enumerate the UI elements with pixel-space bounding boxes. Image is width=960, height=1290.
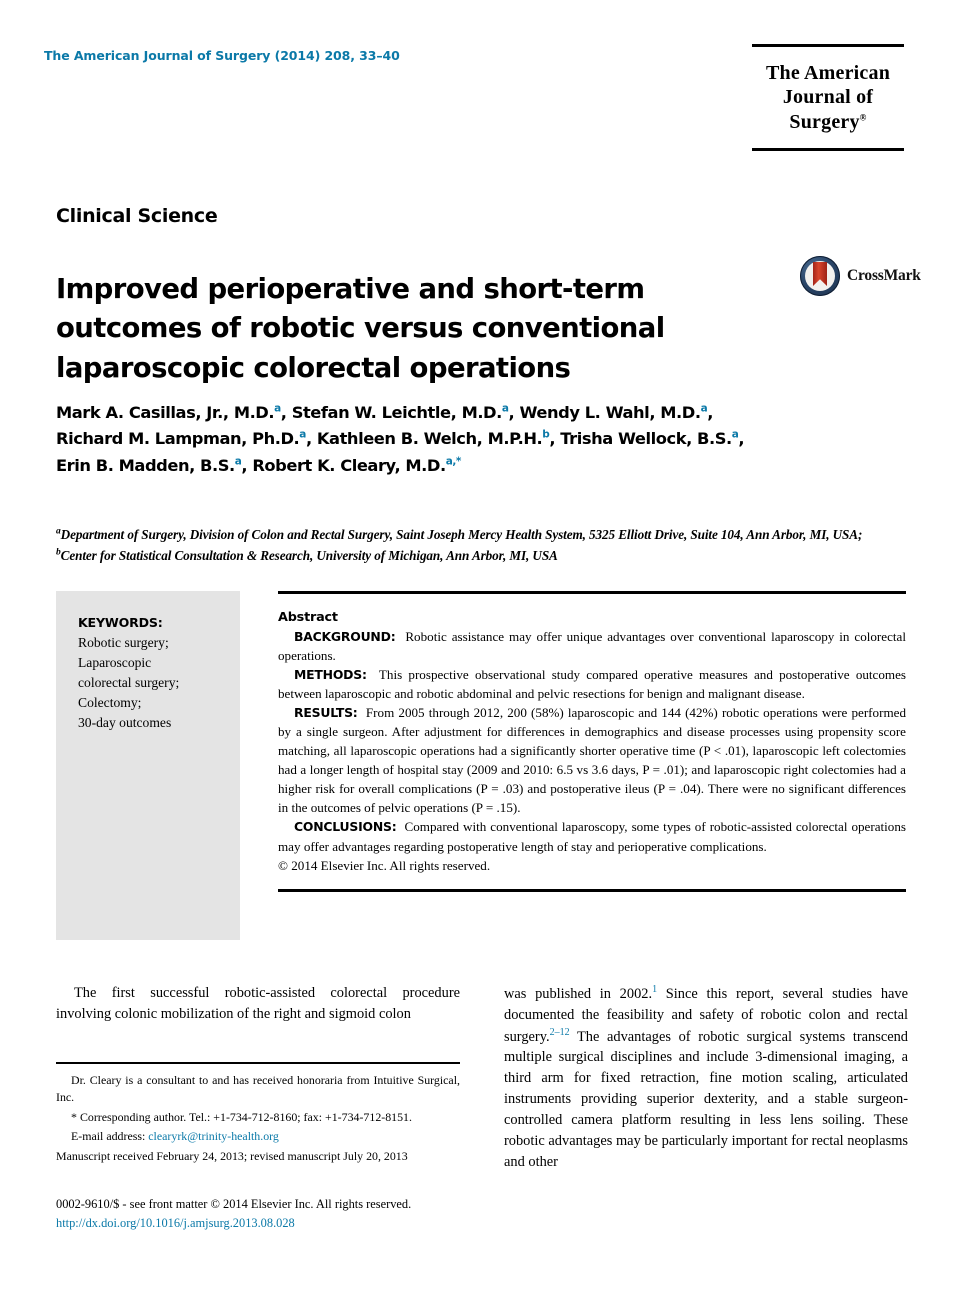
section-label: Clinical Science [56,205,218,227]
corresponding-author-marker: * [71,1109,77,1124]
footnote-text: Dr. Cleary is a consultant to and has re… [56,1072,460,1165]
author-4-affiliation-marker[interactable]: a [299,429,306,441]
registered-mark: ® [859,112,867,123]
abstract-results-text: From 2005 through 2012, 200 (58%) laparo… [278,705,906,816]
email-link[interactable]: clearyrk@trinity-health.org [148,1129,279,1143]
body-text-right-1: was published in 2002. [504,985,653,1002]
author-line-1-sep: , [707,403,713,422]
body-column-right: was published in 2002.1 Since this repor… [504,983,908,1172]
page-title: Improved perioperative and short-term ou… [56,273,665,384]
journal-logo-line-2-text: Journal of Surgery [782,86,874,133]
footnote-rule [56,1062,460,1064]
abstract-copyright: © 2014 Elsevier Inc. All rights reserved… [278,857,491,873]
abstract-methods-paragraph: METHODS: This prospective observational … [278,665,906,703]
crossmark-badge-group[interactable]: CrossMark [800,256,921,296]
page-footer: 0002-9610/$ - see front matter © 2014 El… [56,1195,576,1232]
abstract-background-label: BACKGROUND: [294,629,396,644]
email-label: E-mail address: [71,1129,146,1144]
journal-logo-line-2: Journal of Surgery® [752,85,904,134]
abstract-rule-top [278,591,906,594]
footnote-email: E-mail address: clearyrk@trinity-health.… [56,1128,460,1145]
footnote-corresponding: * Corresponding author. Tel.: +1-734-712… [56,1109,460,1126]
affiliation-a: Department of Surgery, Division of Colon… [60,527,863,542]
keyword-item[interactable]: Laparoscopic [78,653,240,673]
keyword-item[interactable]: Robotic surgery; [78,633,240,653]
keywords-heading: KEYWORDS: [78,615,163,630]
author-line-2-sep: , [738,429,745,449]
author-2: , Stefan W. Leichtle, M.D. [280,403,503,422]
author-1-affiliation-marker[interactable]: a [274,403,281,415]
front-matter-line: 0002-9610/$ - see front matter © 2014 El… [56,1197,412,1211]
journal-logo-line-1: The American [765,62,891,84]
crossmark-icon [800,256,840,296]
abstract-conclusions-paragraph: CONCLUSIONS: Compared with conventional … [278,817,906,855]
abstract-conclusions-label: CONCLUSIONS: [294,819,397,835]
corresponding-author-text: Corresponding author. Tel.: +1-734-712-8… [79,1109,412,1124]
keyword-item[interactable]: 30-day outcomes [78,713,240,733]
body-paragraph-left: The first successful robotic-assisted co… [56,985,460,1022]
footnote-disclosure: Dr. Cleary is a consultant to and has re… [56,1073,460,1105]
body-paragraph-right: was published in 2002.1 Since this repor… [504,983,908,1172]
running-head: The American Journal of Surgery (2014) 2… [44,48,400,63]
affiliation-b: Center for Statistical Consultation & Re… [60,548,558,564]
crossmark-ribbon-icon [813,262,827,286]
author-6: , Trisha Wellock, B.S. [549,429,732,449]
abstract-section: Abstract BACKGROUND: Robotic assistance … [278,591,906,892]
citation-ref-2-12[interactable]: 2–12 [550,1027,570,1038]
affiliations: aDepartment of Surgery, Division of Colo… [56,524,906,567]
author-4: Richard M. Lampman, Ph.D. [56,429,300,449]
abstract-heading: Abstract [278,610,338,625]
logo-rule-top [752,44,904,47]
abstract-background-paragraph: BACKGROUND: Robotic assistance may offer… [278,627,906,665]
crossmark-label: CrossMark [847,267,921,284]
doi-link[interactable]: http://dx.doi.org/10.1016/j.amjsurg.2013… [56,1214,576,1233]
abstract-methods-text: This prospective observational study com… [278,667,907,702]
abstract-methods-label: METHODS: [294,667,367,683]
abstract-results-paragraph: RESULTS: From 2005 through 2012, 200 (58… [278,703,906,817]
body-column-left: The first successful robotic-assisted co… [56,983,460,1025]
abstract-rule-bottom [278,888,906,892]
abstract-body: BACKGROUND: Robotic assistance may offer… [278,627,906,875]
author-5: , Kathleen B. Welch, M.P.H. [305,429,543,449]
author-3: , Wendy L. Wahl, M.D. [508,403,702,422]
author-7: Erin B. Madden, B.S. [56,455,235,475]
keyword-item[interactable]: colorectal surgery; [78,673,240,693]
author-1: Mark A. Casillas, Jr., M.D. [56,403,275,422]
footnotes-block: Dr. Cleary is a consultant to and has re… [56,1062,460,1167]
body-text-right-3: The advantages of robotic surgical syste… [504,1028,908,1170]
author-2-affiliation-marker[interactable]: a [502,403,509,415]
author-8: , Robert K. Cleary, M.D. [241,455,446,475]
keyword-item[interactable]: Colectomy; [78,693,240,713]
author-8-affiliation-marker[interactable]: a,* [446,455,462,467]
keywords-list: Robotic surgery; Laparoscopic colorectal… [78,633,240,734]
logo-rule-bottom [752,148,904,152]
keywords-box: KEYWORDS: Robotic surgery; Laparoscopic … [56,591,240,940]
abstract-results-label: RESULTS: [294,705,358,721]
author-list: Mark A. Casillas, Jr., M.D.a, Stefan W. … [56,400,908,479]
article-page: The American Journal of Surgery (2014) 2… [0,0,960,1290]
journal-logo: The American Journal of Surgery® [752,44,904,152]
footnote-manuscript-dates: Manuscript received February 24, 2013; r… [56,1148,408,1163]
